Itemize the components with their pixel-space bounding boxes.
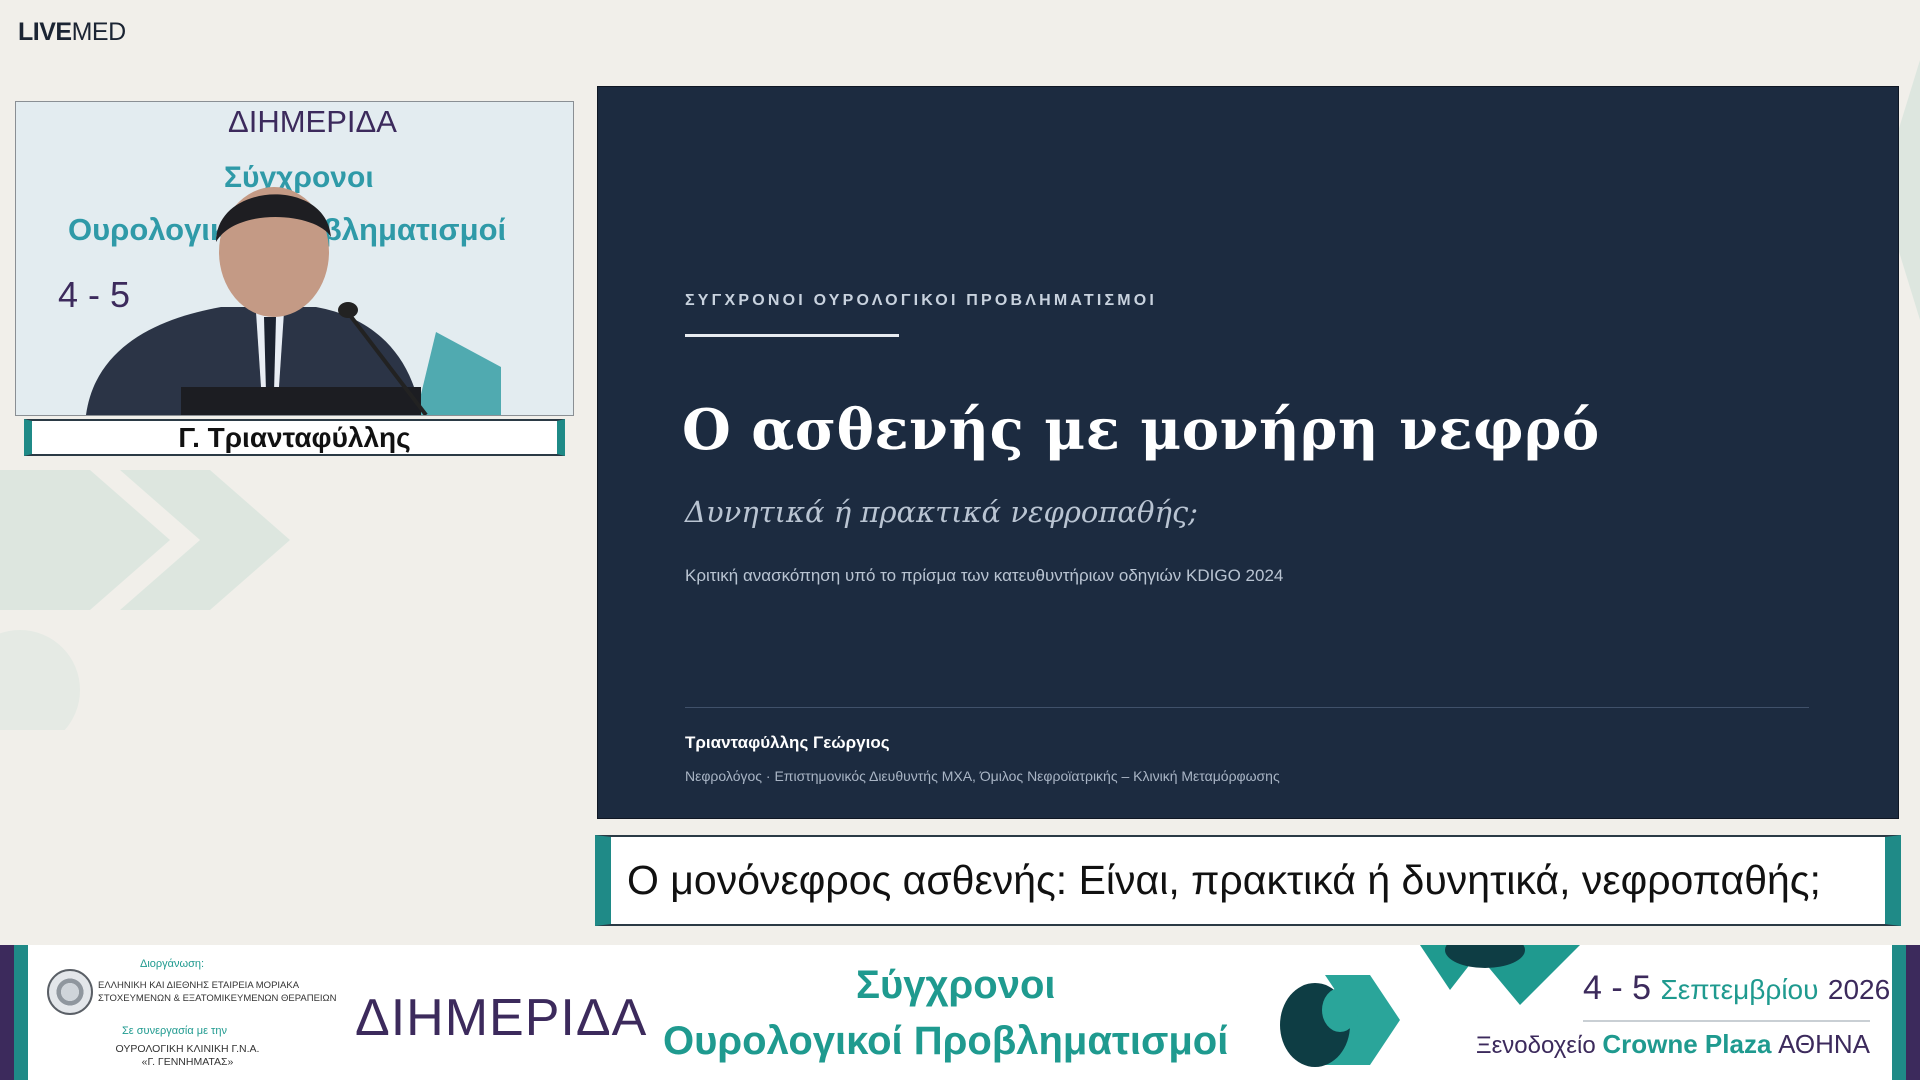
clinic-name-line1: ΟΥΡΟΛΟΓΙΚΗ ΚΛΙΝΙΚΗ Γ.Ν.Α. xyxy=(115,1043,260,1055)
presentation-slide: ΣΥΓΧΡΟΝΟΙ ΟΥΡΟΛΟΓΙΚΟΙ ΠΡΟΒΛΗΜΑΤΙΣΜΟΙ Ο α… xyxy=(597,86,1899,819)
organizer-name: ΕΛΛΗΝΙΚΗ ΚΑΙ ΔΙΕΘΝΗΣ ΕΤΑΙΡΕΙΑ ΜΟΡΙΑΚΑ ΣΤ… xyxy=(98,979,337,1005)
slide-kicker: ΣΥΓΧΡΟΝΟΙ ΟΥΡΟΛΟΓΙΚΟΙ ΠΡΟΒΛΗΜΑΤΙΣΜΟΙ xyxy=(685,292,1158,309)
slide-author: Τριανταφύλλης Γεώργιος xyxy=(685,733,890,752)
event-date-divider xyxy=(1583,1020,1870,1022)
speaker-name-bar: Γ. Τριανταφύλλης xyxy=(24,419,565,456)
event-date: 4 - 5 Σεπτεμβρίου 2026 xyxy=(1583,969,1890,1008)
video-backdrop-line1: ΔΙΗΜΕΡΙΔΑ xyxy=(228,104,397,139)
organizer-seal-icon xyxy=(47,969,93,1015)
event-venue-prefix: Ξενοδοχείο xyxy=(1476,1032,1596,1059)
clinic-name-line2: «Γ. ΓΕΝΝΗΜΑΤΑΣ» xyxy=(141,1056,234,1068)
event-banner: Διοργάνωση: ΕΛΛΗΝΙΚΗ ΚΑΙ ΔΙΕΘΝΗΣ ΕΤΑΙΡΕΙ… xyxy=(0,945,1920,1080)
collaboration-label: Σε συνεργασία με την xyxy=(122,1025,227,1037)
event-date-month: Σεπτεμβρίου xyxy=(1660,974,1819,1005)
slide-kicker-underline xyxy=(685,334,899,337)
event-title-line2: Ουρολογικοί Προβληματισμοί xyxy=(663,1019,1229,1063)
event-venue: Ξενοδοχείο Crowne Plaza ΑΘΗΝΑ xyxy=(1476,1029,1870,1060)
organizer-name-line2: ΣΤΟΧΕΥΜΕΝΩΝ & ΕΞΑΤΟΜΙΚΕΥΜΕΝΩΝ ΘΕΡΑΠΕΙΩΝ xyxy=(98,993,337,1004)
banner-edge-left-accent xyxy=(14,945,28,1080)
slide-subtitle: Δυνητικά ή πρακτικά νεφροπαθής; xyxy=(685,495,1198,529)
banner-edge-left xyxy=(0,945,14,1080)
event-title-line1: Σύγχρονοι xyxy=(856,963,1056,1007)
event-type: ΔΙΗΜΕΡΙΔΑ xyxy=(355,989,648,1047)
event-venue-city: ΑΘΗΝΑ xyxy=(1778,1029,1871,1059)
event-venue-hotel: Crowne Plaza xyxy=(1602,1029,1772,1059)
organizer-name-line1: ΕΛΛΗΝΙΚΗ ΚΑΙ ΔΙΕΘΝΗΣ ΕΤΑΙΡΕΙΑ ΜΟΡΙΑΚΑ xyxy=(98,980,300,991)
event-date-year: 2026 xyxy=(1827,974,1891,1005)
banner-edge-right-accent xyxy=(1892,945,1906,1080)
livemed-logo: LIVEMED xyxy=(18,18,126,46)
video-backdrop-line2: Σύγχρονοι xyxy=(224,161,374,194)
organizer-label: Διοργάνωση: xyxy=(140,958,205,970)
speaker-video: ΔΙΗΜΕΡΙΔΑ Σύγχρονοι Ουρολογικοί Προβλημα… xyxy=(15,101,574,416)
slide-author-role: Νεφρολόγος · Επιστημονικός Διευθυντής ΜΧ… xyxy=(685,768,1280,784)
slide-description: Κριτική ανασκόπηση υπό το πρίσμα των κατ… xyxy=(685,566,1284,585)
banner-edge-right xyxy=(1906,945,1920,1080)
background-decoration xyxy=(0,470,290,730)
event-date-days: 4 - 5 xyxy=(1583,969,1652,1007)
slide-divider xyxy=(685,707,1809,708)
clinic-name: ΟΥΡΟΛΟΓΙΚΗ ΚΛΙΝΙΚΗ Γ.Ν.Α. «Γ. ΓΕΝΝΗΜΑΤΑΣ… xyxy=(90,1043,285,1069)
slide-title: Ο ασθενής με μονήρη νεφρό xyxy=(682,397,1600,463)
lecture-caption: Ο μονόνεφρος ασθενής: Είναι, πρακτικά ή … xyxy=(595,835,1901,926)
video-backdrop-line4: 4 - 5 xyxy=(58,274,130,315)
event-title: Σύγχρονοι Ουρολογικοί Προβληματισμοί xyxy=(663,957,1263,1069)
